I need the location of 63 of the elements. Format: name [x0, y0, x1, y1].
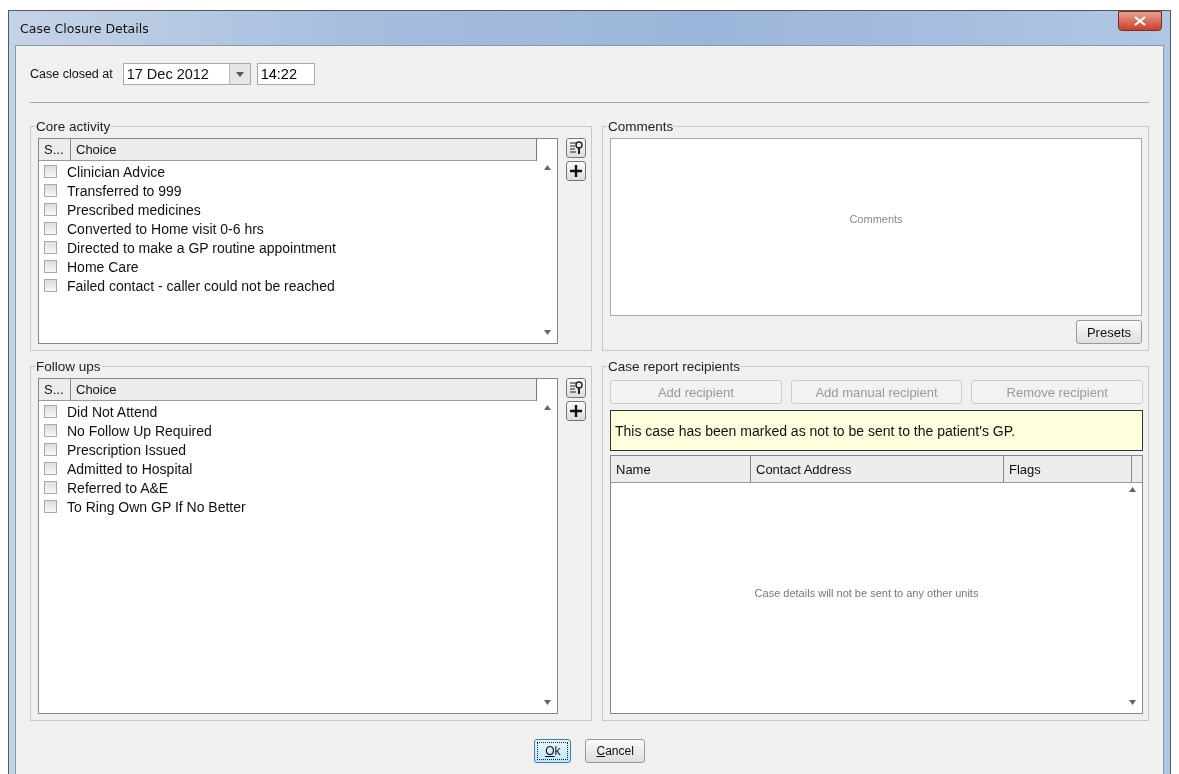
- time-field[interactable]: 14:22: [256, 63, 315, 85]
- column-header[interactable]: Contact Address: [751, 456, 1004, 482]
- checkbox[interactable]: [44, 260, 57, 273]
- choice-label: Did Not Attend: [67, 403, 158, 420]
- scroll-up-icon: [543, 405, 551, 410]
- checkbox[interactable]: [44, 241, 57, 254]
- choice-label: Clinician Advice: [67, 163, 166, 180]
- checkbox[interactable]: [44, 184, 57, 197]
- add-button[interactable]: [566, 401, 586, 421]
- checkbox[interactable]: [44, 500, 57, 513]
- panel-title: Core activity: [35, 119, 112, 134]
- edit-choices-button[interactable]: [566, 378, 586, 398]
- checkbox[interactable]: [44, 203, 57, 216]
- presets-button[interactable]: Presets: [1075, 320, 1142, 344]
- panel-title: Comments: [607, 119, 675, 134]
- window-title: Case Closure Details: [20, 20, 149, 36]
- checkbox[interactable]: [44, 405, 57, 418]
- column-header[interactable]: S...: [39, 139, 71, 160]
- close-icon: [1134, 16, 1146, 26]
- document-wrench-icon: [568, 380, 584, 396]
- column-header[interactable]: Choice: [71, 139, 536, 160]
- choice-label: Directed to make a GP routine appointment: [67, 239, 336, 256]
- cancel-button[interactable]: Cancel: [585, 738, 645, 763]
- scroll-down-icon: [543, 700, 551, 705]
- checkbox[interactable]: [44, 462, 57, 475]
- case-closed-label: Case closed at: [30, 67, 113, 81]
- date-dropdown[interactable]: 17 Dec 2012: [122, 63, 251, 85]
- notice-banner: This case has been marked as not to be sent to the patient's GP.: [610, 410, 1143, 451]
- choice-label: Admitted to Hospital: [67, 460, 193, 477]
- checkbox[interactable]: [44, 443, 57, 456]
- choice-label: Home Care: [67, 258, 139, 275]
- checkbox[interactable]: [44, 222, 57, 235]
- ok-button[interactable]: Ok: [534, 738, 572, 763]
- document-wrench-icon: [568, 140, 584, 156]
- scroll-down-icon: [1128, 700, 1136, 705]
- panel-title: Follow ups: [35, 359, 102, 374]
- checkbox[interactable]: [44, 424, 57, 437]
- column-header[interactable]: Flags: [1004, 456, 1132, 482]
- choice-label: Prescribed medicines: [67, 201, 201, 218]
- plus-icon: [569, 164, 583, 178]
- column-header[interactable]: S...: [39, 379, 71, 400]
- choice-label: Converted to Home visit 0-6 hrs: [67, 220, 264, 237]
- choice-label: Failed contact - caller could not be reached: [67, 277, 335, 294]
- checkbox[interactable]: [44, 481, 57, 494]
- choice-label: Prescription Issued: [67, 441, 187, 458]
- column-header[interactable]: Name: [611, 456, 751, 482]
- comments-field[interactable]: Comments: [610, 138, 1142, 316]
- empty-message: Case details will not be sent to any other units: [754, 587, 979, 599]
- plus-icon: [569, 404, 583, 418]
- panel-title: Case report recipients: [607, 359, 742, 374]
- choice-label: No Follow Up Required: [67, 422, 212, 439]
- column-header[interactable]: Choice: [71, 379, 536, 400]
- close-button[interactable]: [1118, 11, 1162, 31]
- edit-choices-button[interactable]: [566, 138, 586, 158]
- checkbox[interactable]: [44, 165, 57, 178]
- add-button[interactable]: [566, 161, 586, 181]
- choice-label: Transferred to 999: [67, 182, 182, 199]
- scroll-up-icon: [543, 165, 551, 170]
- choice-label: Referred to A&E: [67, 479, 169, 496]
- scroll-up-icon: [1128, 487, 1136, 492]
- choice-label: To Ring Own GP If No Better: [67, 498, 246, 515]
- scroll-down-icon: [543, 330, 551, 335]
- checkbox[interactable]: [44, 279, 57, 292]
